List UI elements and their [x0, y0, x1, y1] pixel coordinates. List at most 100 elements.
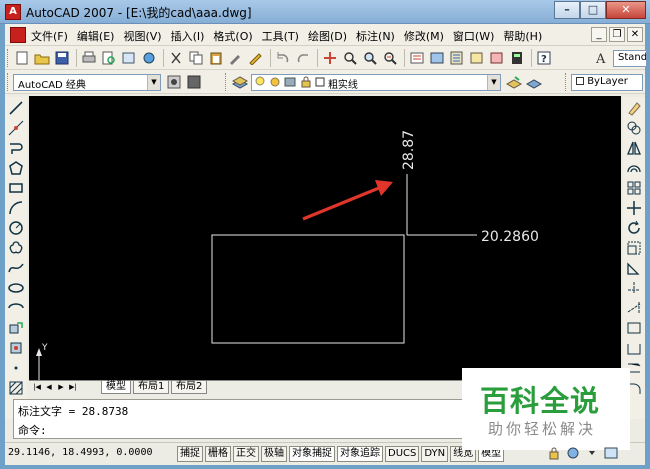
line-icon[interactable]	[7, 99, 25, 117]
lock-icon[interactable]	[545, 444, 563, 462]
pan-icon[interactable]	[321, 49, 339, 67]
make-block-icon[interactable]	[7, 339, 25, 357]
copy-object-icon[interactable]	[625, 119, 643, 137]
join-icon[interactable]	[625, 339, 643, 357]
object-tracking-toggle[interactable]: 对象追踪	[337, 446, 383, 462]
communication-center-icon[interactable]	[564, 444, 582, 462]
paste-icon[interactable]	[207, 49, 225, 67]
new-file-icon[interactable]	[13, 49, 31, 67]
markup-set-icon[interactable]	[488, 49, 506, 67]
tool-palettes-icon[interactable]	[448, 49, 466, 67]
rectangle-icon[interactable]	[7, 179, 25, 197]
rotate-icon[interactable]	[625, 219, 643, 237]
mirror-icon[interactable]	[625, 139, 643, 157]
doc-minimize-button[interactable]: _	[591, 27, 607, 42]
redo-icon[interactable]	[294, 49, 312, 67]
menu-draw[interactable]: 绘图(D)	[308, 28, 347, 44]
trim-icon[interactable]	[625, 279, 643, 297]
offset-icon[interactable]	[625, 159, 643, 177]
menu-format[interactable]: 格式(O)	[213, 28, 252, 44]
print-preview-icon[interactable]	[100, 49, 118, 67]
horizontal-dimension-text[interactable]: 20.2860	[481, 229, 539, 245]
drawing-canvas[interactable]: 28.87 20.2860 Y X	[29, 96, 621, 380]
tab-prev-button[interactable]: ◀	[43, 382, 55, 393]
tab-first-button[interactable]: |◀	[31, 382, 43, 393]
doc-close-button[interactable]: ✕	[627, 27, 643, 42]
zoom-previous-icon[interactable]	[381, 49, 399, 67]
polyline-icon[interactable]	[7, 139, 25, 157]
sheet-set-icon[interactable]	[468, 49, 486, 67]
menu-modify[interactable]: 修改(M)	[404, 28, 444, 44]
command-prompt[interactable]: 命令:	[18, 422, 47, 438]
save-icon[interactable]	[53, 49, 71, 67]
undo-icon[interactable]	[274, 49, 292, 67]
workspace-settings-icon[interactable]	[165, 73, 183, 91]
extend-icon[interactable]	[625, 299, 643, 317]
menu-tools[interactable]: 工具(T)	[262, 28, 299, 44]
restore-button[interactable]: □	[580, 1, 606, 19]
workspace-select[interactable]: AutoCAD 经典 ▼	[13, 73, 161, 91]
point-icon[interactable]	[7, 359, 25, 377]
open-folder-icon[interactable]	[33, 49, 51, 67]
ducs-toggle[interactable]: DUCS	[385, 446, 420, 462]
menu-dimension[interactable]: 标注(N)	[356, 28, 395, 44]
stretch-icon[interactable]	[625, 259, 643, 277]
dyn-toggle[interactable]: DYN	[421, 446, 449, 462]
grid-toggle[interactable]: 栅格	[205, 446, 231, 462]
toolbar-grip[interactable]	[7, 49, 10, 67]
menu-view[interactable]: 视图(V)	[123, 28, 161, 44]
toolbar-grip[interactable]	[565, 73, 568, 91]
design-center-icon[interactable]	[428, 49, 446, 67]
close-button[interactable]: ✕	[606, 1, 646, 19]
ellipse-arc-icon[interactable]	[7, 299, 25, 317]
tab-next-button[interactable]: ▶	[55, 382, 67, 393]
snap-toggle[interactable]: 捕捉	[177, 446, 203, 462]
layer-previous-icon[interactable]	[525, 73, 543, 91]
tab-layout2[interactable]: 布局2	[171, 381, 208, 394]
print-icon[interactable]	[80, 49, 98, 67]
menu-help[interactable]: 帮助(H)	[503, 28, 542, 44]
menu-insert[interactable]: 插入(I)	[171, 28, 205, 44]
tab-layout1[interactable]: 布局1	[133, 381, 170, 394]
layer-select[interactable]: 粗实线 ▼	[251, 73, 501, 91]
toolbar-grip[interactable]	[225, 73, 228, 91]
object-snap-toggle[interactable]: 对象捕捉	[289, 446, 335, 462]
color-select[interactable]: ByLayer	[571, 73, 643, 91]
text-style-icon[interactable]: A	[593, 49, 611, 67]
spline-icon[interactable]	[7, 259, 25, 277]
minimize-button[interactable]: –	[554, 1, 580, 19]
erase-icon[interactable]	[625, 99, 643, 117]
move-icon[interactable]	[625, 199, 643, 217]
ellipse-icon[interactable]	[7, 279, 25, 297]
drawn-rectangle[interactable]	[211, 234, 405, 344]
layer-manager-icon[interactable]	[231, 73, 249, 91]
polygon-icon[interactable]	[7, 159, 25, 177]
insert-block-icon[interactable]	[7, 319, 25, 337]
document-icon[interactable]	[10, 27, 26, 43]
zoom-realtime-icon[interactable]	[341, 49, 359, 67]
construction-line-icon[interactable]	[7, 119, 25, 137]
scale-icon[interactable]	[625, 239, 643, 257]
ortho-toggle[interactable]: 正交	[233, 446, 259, 462]
block-editor-icon[interactable]	[247, 49, 265, 67]
help-icon[interactable]: ?	[535, 49, 553, 67]
text-style-select[interactable]: Standa	[613, 49, 647, 67]
menu-edit[interactable]: 编辑(E)	[77, 28, 115, 44]
properties-icon[interactable]	[408, 49, 426, 67]
menu-file[interactable]: 文件(F)	[31, 28, 68, 44]
menu-window[interactable]: 窗口(W)	[453, 28, 494, 44]
publish-icon[interactable]	[120, 49, 138, 67]
vertical-dimension-text[interactable]: 28.87	[401, 130, 417, 170]
doc-restore-button[interactable]: ❐	[609, 27, 625, 42]
workspace-save-icon[interactable]	[185, 73, 203, 91]
match-properties-icon[interactable]	[227, 49, 245, 67]
array-icon[interactable]	[625, 179, 643, 197]
calculator-icon[interactable]	[508, 49, 526, 67]
polar-toggle[interactable]: 极轴	[261, 446, 287, 462]
tray-settings-chevron-icon[interactable]	[583, 444, 601, 462]
copy-icon[interactable]	[187, 49, 205, 67]
arc-icon[interactable]	[7, 199, 25, 217]
revision-cloud-icon[interactable]	[7, 239, 25, 257]
circle-icon[interactable]	[7, 219, 25, 237]
make-layer-current-icon[interactable]	[505, 73, 523, 91]
